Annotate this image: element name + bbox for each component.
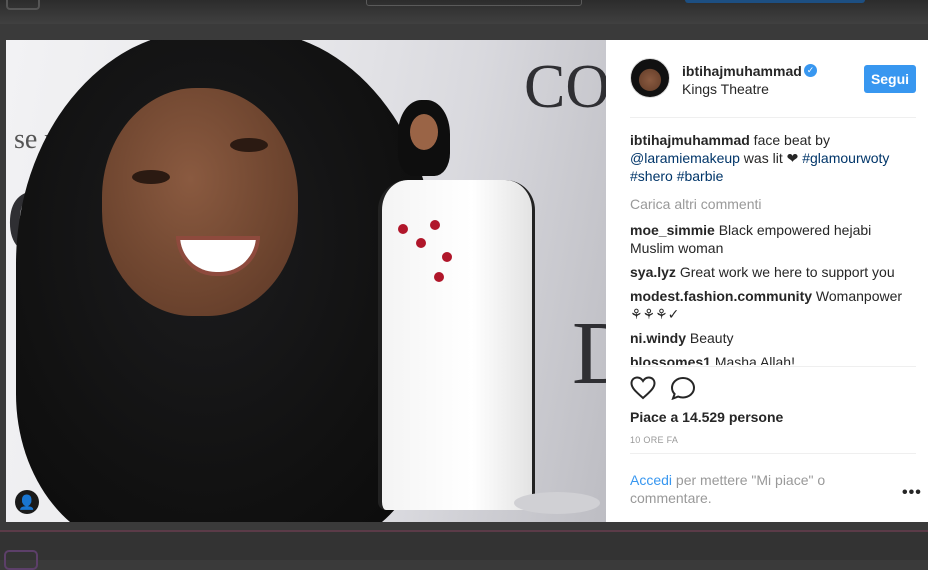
login-prompt: Accedi per mettere "Mi piace" o commenta… [630, 471, 850, 507]
divider [630, 366, 916, 367]
heart-emoji: ❤ [786, 150, 799, 166]
comment-text: Masha Allah! [710, 354, 795, 365]
avatar[interactable] [630, 58, 670, 98]
caption: ibtihajmuhammad face beat by @laramiemak… [630, 131, 910, 185]
login-link[interactable]: Accedi [630, 472, 672, 488]
doll-stand [514, 492, 600, 514]
divider [0, 530, 928, 532]
speech-bubble-icon[interactable] [670, 376, 696, 400]
likes-count[interactable]: Piace a 14.529 persone [630, 409, 783, 425]
hashtag[interactable]: #barbie [677, 168, 724, 184]
post-header: ibtihajmuhammad ✓ Kings Theatre Segui [606, 40, 928, 118]
hashtag[interactable]: #shero [630, 168, 673, 184]
browser-bottom-strip [0, 530, 928, 570]
post-modal: CO se yo OR PA D 👤 ibtihajmuhammad ✓ Kin… [6, 40, 928, 522]
caption-text: face beat by [749, 132, 830, 148]
app-icon[interactable] [4, 550, 38, 570]
person-eye-left [132, 170, 170, 184]
comment-item: sya.lyz Great work we here to support yo… [630, 263, 910, 281]
comments-list[interactable]: ibtihajmuhammad face beat by @laramiemak… [630, 131, 910, 365]
heart-outline-icon[interactable] [630, 376, 656, 400]
coat-flower [398, 224, 408, 234]
comment-item: ni.windy Beauty [630, 329, 910, 347]
post-sidebar: ibtihajmuhammad ✓ Kings Theatre Segui ib… [606, 40, 928, 522]
person-eye-right [230, 138, 268, 152]
comment-text: Beauty [686, 330, 734, 346]
comment-text: Great work we here to support you [675, 264, 895, 280]
browser-top-strip [0, 0, 928, 24]
load-more-comments[interactable]: Carica altri commenti [630, 195, 910, 213]
coat-flower [430, 220, 440, 230]
comment-item: blossomes1 Masha Allah! [630, 353, 910, 365]
caption-mention[interactable]: @laramiemakeup [630, 150, 740, 166]
post-username[interactable]: ibtihajmuhammad [682, 63, 802, 79]
coat-flower [416, 238, 426, 248]
backdrop-text: CO [524, 53, 606, 121]
comment-username[interactable]: sya.lyz [630, 264, 676, 280]
post-timestamp: 10 ORE FA [630, 435, 679, 445]
divider [630, 453, 916, 454]
person-tag-icon[interactable]: 👤 [15, 490, 39, 514]
comment-item: moe_simmie Black empowered hejabi Muslim… [630, 221, 910, 257]
divider [630, 117, 916, 118]
comment-username[interactable]: moe_simmie [630, 222, 715, 238]
comment-username[interactable]: modest.fashion.community [630, 288, 812, 304]
backdrop-text: D [572, 304, 606, 403]
coat-flower [442, 252, 452, 262]
coat-flower [434, 272, 444, 282]
follow-button[interactable]: Segui [864, 65, 916, 93]
instagram-logo-icon[interactable] [6, 0, 40, 10]
person-face [102, 88, 298, 316]
hashtag[interactable]: #glamourwoty [802, 150, 889, 166]
ellipsis-icon[interactable]: ••• [902, 484, 922, 502]
post-location[interactable]: Kings Theatre [682, 81, 769, 97]
caption-text: was lit [739, 150, 787, 166]
search-input[interactable] [366, 0, 582, 6]
post-photo[interactable]: CO se yo OR PA D 👤 [6, 40, 606, 522]
caption-username[interactable]: ibtihajmuhammad [630, 132, 750, 148]
doll-face [410, 114, 438, 150]
post-actions [630, 376, 916, 400]
top-button[interactable] [685, 0, 865, 3]
comment-item: modest.fashion.community Womanpower ⚘⚘⚘✓ [630, 287, 910, 323]
comment-username[interactable]: blossomes1 [630, 354, 711, 365]
verified-badge-icon: ✓ [804, 64, 817, 77]
comment-username[interactable]: ni.windy [630, 330, 686, 346]
